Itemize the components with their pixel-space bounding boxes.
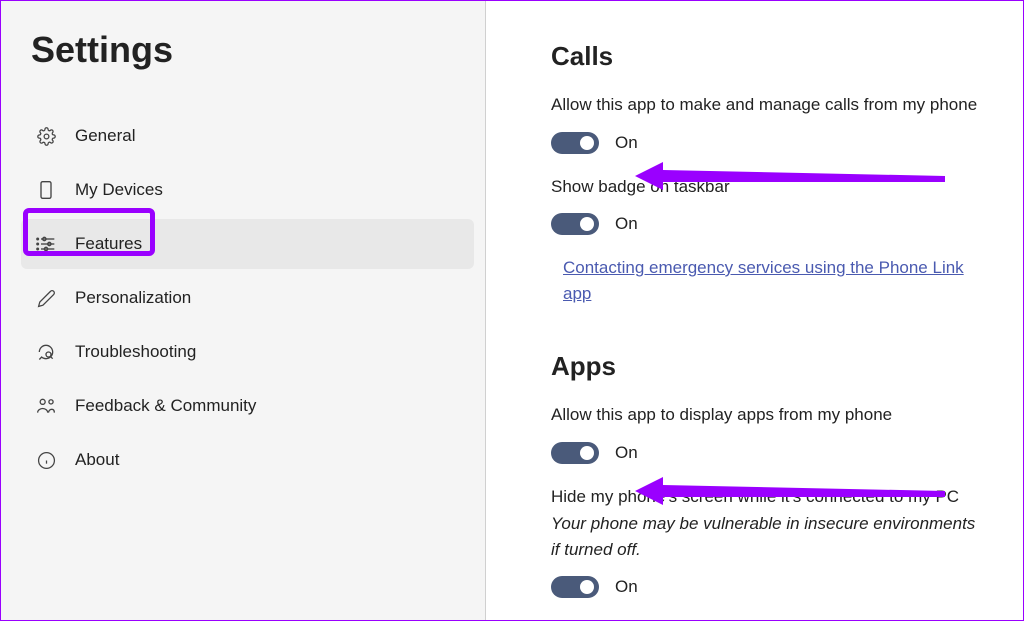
apps-allow-toggle[interactable]: [551, 442, 599, 464]
toggle-state-label: On: [615, 214, 638, 234]
calls-badge-toggle-row: On: [551, 213, 983, 235]
calls-allow-desc: Allow this app to make and manage calls …: [551, 92, 983, 118]
sidebar-item-label: Feedback & Community: [75, 396, 256, 416]
sidebar-item-features[interactable]: Features: [21, 219, 474, 269]
emergency-services-link[interactable]: Contacting emergency services using the …: [563, 255, 983, 306]
apps-allow-toggle-row: On: [551, 442, 983, 464]
sidebar-item-label: My Devices: [75, 180, 163, 200]
calls-badge-toggle[interactable]: [551, 213, 599, 235]
apps-hide-desc: Hide my phone's screen while it's connec…: [551, 484, 983, 510]
pen-icon: [35, 287, 57, 309]
sidebar-item-label: General: [75, 126, 135, 146]
troubleshoot-icon: [35, 341, 57, 363]
sidebar: Settings General My Devices Features: [1, 1, 486, 620]
sidebar-item-troubleshooting[interactable]: Troubleshooting: [21, 327, 474, 377]
section-calls-title: Calls: [551, 41, 983, 72]
toggle-state-label: On: [615, 133, 638, 153]
apps-allow-desc: Allow this app to display apps from my p…: [551, 402, 983, 428]
people-icon: [35, 395, 57, 417]
calls-allow-toggle[interactable]: [551, 132, 599, 154]
sidebar-item-label: About: [75, 450, 119, 470]
sidebar-item-label: Troubleshooting: [75, 342, 196, 362]
gear-icon: [35, 125, 57, 147]
features-icon: [35, 233, 57, 255]
apps-hide-toggle-row: On: [551, 576, 983, 598]
nav-list: General My Devices Features Personalizat…: [1, 111, 486, 485]
sidebar-item-label: Personalization: [75, 288, 191, 308]
toggle-state-label: On: [615, 577, 638, 597]
sidebar-item-personalization[interactable]: Personalization: [21, 273, 474, 323]
sidebar-item-feedback[interactable]: Feedback & Community: [21, 381, 474, 431]
calls-allow-toggle-row: On: [551, 132, 983, 154]
calls-badge-desc: Show badge on taskbar: [551, 174, 983, 200]
sidebar-item-about[interactable]: About: [21, 435, 474, 485]
toggle-state-label: On: [615, 443, 638, 463]
apps-hide-toggle[interactable]: [551, 576, 599, 598]
sidebar-item-my-devices[interactable]: My Devices: [21, 165, 474, 215]
section-apps-title: Apps: [551, 351, 983, 382]
page-title: Settings: [1, 1, 486, 71]
phone-icon: [35, 179, 57, 201]
main-content: Calls Allow this app to make and manage …: [486, 1, 1023, 620]
sidebar-item-label: Features: [75, 234, 142, 254]
apps-hide-note: Your phone may be vulnerable in insecure…: [551, 511, 983, 562]
info-icon: [35, 449, 57, 471]
sidebar-item-general[interactable]: General: [21, 111, 474, 161]
